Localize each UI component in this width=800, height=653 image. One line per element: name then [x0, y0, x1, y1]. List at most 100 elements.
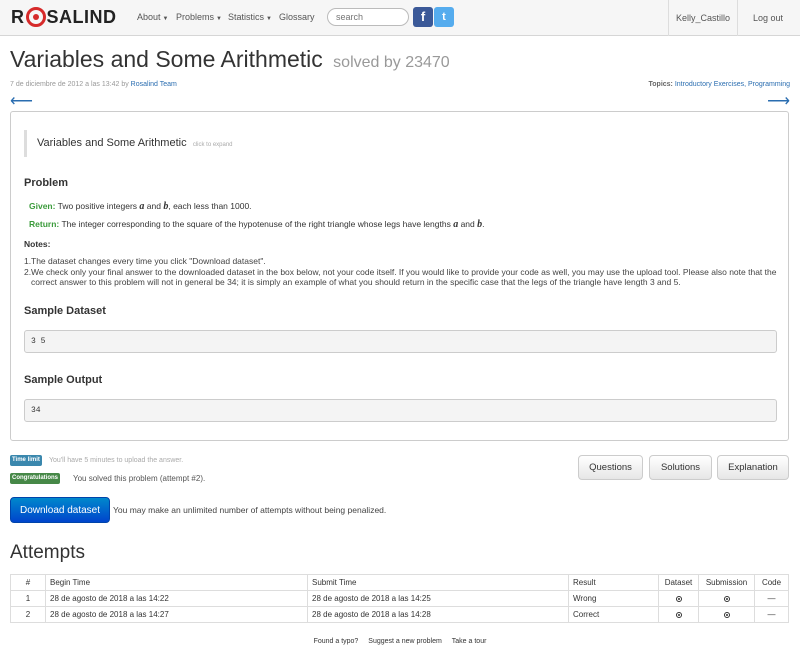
return-label: Return:	[29, 219, 60, 229]
given-and: and	[146, 201, 161, 211]
attempt-number: 2	[10, 606, 46, 623]
logo-suffix: SALIND	[46, 6, 117, 27]
facebook-icon[interactable]: f	[413, 7, 433, 27]
quote-title: Variables and Some Arithmetic	[37, 137, 187, 149]
var-a: a	[453, 219, 459, 230]
page-title: Variables and Some Arithmetic solved by …	[10, 46, 450, 73]
return-and: and	[460, 219, 475, 229]
return-text-post: .	[482, 219, 485, 229]
solved-count: solved by 23470	[333, 54, 450, 71]
nav-glossary[interactable]: Glossary	[279, 12, 315, 22]
caret-down-icon: ▼	[266, 16, 272, 22]
topics-links[interactable]: Introductory Exercises, Programming	[675, 81, 790, 88]
time-limit-text: You'll have 5 minutes to upload the answ…	[49, 457, 184, 464]
submit-time: 28 de agosto de 2018 a las 14:28	[307, 606, 569, 623]
note-item: 2. We check only your final answer to the…	[24, 267, 779, 288]
congratulations-text: You solved this problem (attempt #2).	[73, 474, 206, 483]
found-typo-link[interactable]: Found a typo?	[314, 638, 359, 645]
author-link[interactable]: Rosalind Team	[131, 81, 177, 88]
download-submission-icon[interactable]	[723, 595, 730, 602]
return-statement: Return: The integer corresponding to the…	[29, 219, 485, 230]
problem-quote[interactable]: Variables and Some Arithmetic click to e…	[24, 130, 294, 157]
result: Wrong	[568, 590, 659, 607]
col-submit-time: Submit Time	[307, 574, 569, 591]
problem-meta: 7 de diciembre de 2012 a las 13:42 by Ro…	[10, 81, 177, 88]
dataset-cell	[658, 590, 699, 607]
time-limit-badge: Time limit	[10, 455, 42, 466]
questions-button[interactable]: Questions	[578, 455, 643, 480]
logo-ring-icon	[25, 7, 46, 27]
dataset-cell	[658, 606, 699, 623]
problem-box: Variables and Some Arithmetic click to e…	[10, 111, 789, 441]
notes-list: 1. The dataset changes every time you cli…	[24, 256, 779, 288]
col-begin-time: Begin Time	[45, 574, 308, 591]
submit-time: 28 de agosto de 2018 a las 14:25	[307, 590, 569, 607]
twitter-icon[interactable]: t	[434, 7, 454, 27]
search-input[interactable]	[327, 8, 409, 26]
col-dataset: Dataset	[658, 574, 699, 591]
logout-link[interactable]: Log out	[740, 0, 796, 36]
sample-output-heading: Sample Output	[24, 374, 103, 386]
logo-prefix: R	[11, 6, 25, 27]
navbar: R SALIND About ▼ Problems ▼ Statistics ▼ Gl…	[0, 0, 800, 36]
begin-time: 28 de agosto de 2018 a las 14:22	[45, 590, 308, 607]
attempt-number: 1	[10, 590, 46, 607]
download-note: You may make an unlimited number of atte…	[113, 505, 387, 515]
given-text-pre: Two positive integers	[57, 201, 138, 211]
download-dataset-icon[interactable]	[675, 611, 682, 618]
table-row: 1 28 de agosto de 2018 a las 14:22 28 de…	[10, 590, 789, 607]
topics-label: Topics:	[648, 81, 673, 88]
problem-title: Variables and Some Arithmetic	[10, 46, 323, 72]
attempts-heading: Attempts	[10, 542, 85, 563]
suggest-problem-link[interactable]: Suggest a new problem	[368, 638, 442, 645]
footer: Found a typo? Suggest a new problem Take…	[0, 638, 800, 645]
table-row: 2 28 de agosto de 2018 a las 14:27 28 de…	[10, 606, 789, 623]
note-2: We check only your final answer to the d…	[31, 266, 777, 288]
begin-time: 28 de agosto de 2018 a las 14:27	[45, 606, 308, 623]
download-submission-icon[interactable]	[723, 611, 730, 618]
by-text: by	[121, 81, 129, 88]
sample-dataset-heading: Sample Dataset	[24, 305, 106, 317]
topics: Topics: Introductory Exercises, Programm…	[649, 81, 790, 88]
col-submission: Submission	[698, 574, 755, 591]
nav-about[interactable]: About ▼	[137, 12, 168, 22]
nav-statistics[interactable]: Statistics ▼	[228, 12, 272, 22]
congratulations-badge: Congratulations	[10, 473, 60, 484]
given-statement: Given: Two positive integers a and b, ea…	[29, 201, 252, 212]
sample-output: 34	[24, 399, 777, 422]
nav-problems[interactable]: Problems ▼	[176, 12, 222, 22]
col-code: Code	[754, 574, 789, 591]
code-cell: —	[754, 606, 789, 623]
note-1: The dataset changes every time you click…	[31, 256, 266, 266]
expand-hint[interactable]: click to expand	[193, 142, 233, 148]
given-text-post: , each less than 1000.	[168, 201, 252, 211]
var-a: a	[139, 201, 145, 212]
col-result: Result	[568, 574, 659, 591]
nav-problems-label: Problems	[176, 12, 215, 22]
next-problem-arrow-icon[interactable]: ⟶	[767, 91, 790, 111]
nav-statistics-label: Statistics	[228, 12, 265, 22]
submission-cell	[698, 606, 755, 623]
note-item: 1. The dataset changes every time you cli…	[24, 256, 266, 266]
col-number: #	[10, 574, 46, 591]
problem-date: 7 de diciembre de 2012 a las 13:42	[10, 81, 120, 88]
sample-dataset: 3 5	[24, 330, 777, 353]
download-dataset-icon[interactable]	[675, 595, 682, 602]
code-cell: —	[754, 590, 789, 607]
caret-down-icon: ▼	[216, 16, 222, 22]
result: Correct	[568, 606, 659, 623]
table-header-row: # Begin Time Submit Time Result Dataset …	[10, 574, 789, 591]
given-label: Given:	[29, 201, 56, 211]
user-menu[interactable]: Kelly_Castillo	[668, 0, 738, 36]
attempts-table: # Begin Time Submit Time Result Dataset …	[10, 574, 789, 623]
explanation-button[interactable]: Explanation	[717, 455, 789, 480]
return-text-pre: The integer corresponding to the square …	[61, 219, 451, 229]
submission-cell	[698, 590, 755, 607]
notes-heading: Notes:	[24, 239, 51, 249]
rosalind-logo[interactable]: R SALIND	[11, 6, 117, 28]
take-tour-link[interactable]: Take a tour	[452, 638, 487, 645]
solutions-button[interactable]: Solutions	[649, 455, 712, 480]
nav-about-label: About	[137, 12, 161, 22]
prev-problem-arrow-icon[interactable]: ⟵	[10, 91, 33, 111]
download-dataset-button[interactable]: Download dataset	[10, 497, 110, 523]
